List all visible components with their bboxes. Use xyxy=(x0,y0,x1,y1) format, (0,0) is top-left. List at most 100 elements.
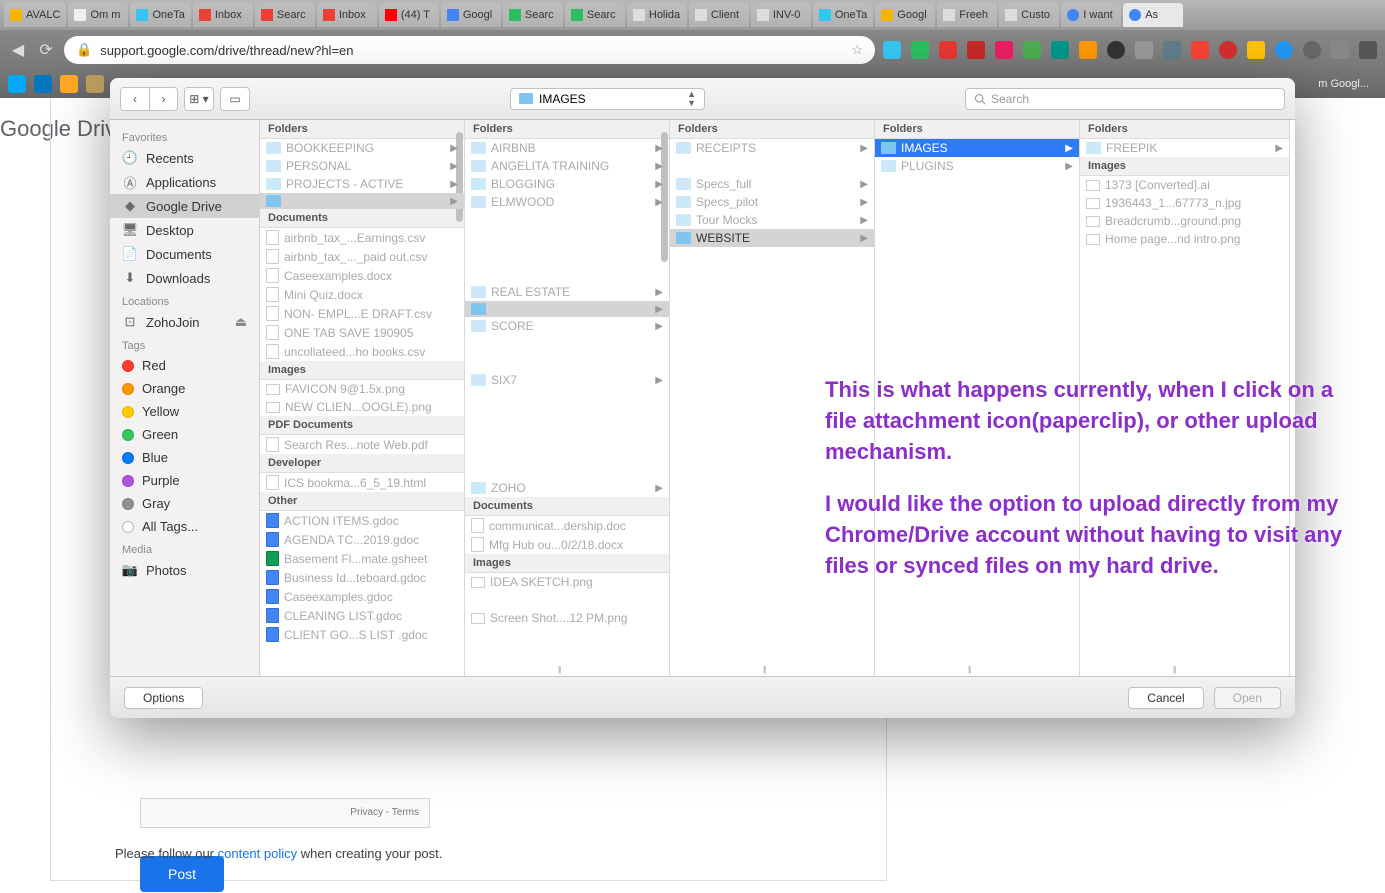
sidebar-tag-red[interactable]: Red xyxy=(110,354,259,377)
options-button[interactable]: Options xyxy=(124,687,203,709)
browser-tab[interactable]: Freeh xyxy=(937,3,997,27)
browser-tab[interactable]: Searc xyxy=(565,3,625,27)
file-item[interactable]: FAVICON 9@1.5x.png xyxy=(260,380,464,398)
file-item[interactable]: NON- EMPL...E DRAFT.csv xyxy=(260,304,464,323)
search-input[interactable]: Search xyxy=(965,88,1285,110)
folder-item[interactable]: ANGELITA TRAINING▶ xyxy=(465,157,669,175)
extension-icon[interactable] xyxy=(1163,41,1181,59)
sidebar-all-tags[interactable]: All Tags... xyxy=(110,515,259,538)
sidebar-tag-gray[interactable]: Gray xyxy=(110,492,259,515)
browser-tab[interactable]: Holida xyxy=(627,3,687,27)
browser-tab[interactable]: AVALC xyxy=(4,3,66,27)
file-item[interactable]: AGENDA TC...2019.gdoc xyxy=(260,530,464,549)
browser-tab[interactable]: (44) T xyxy=(379,3,439,27)
folder-item-selected[interactable]: ▶ xyxy=(260,193,464,209)
group-by-button[interactable]: ▭ xyxy=(221,88,249,110)
file-item[interactable]: 1373 [Converted].ai xyxy=(1080,176,1289,194)
extension-icon[interactable] xyxy=(1191,41,1209,59)
url-input[interactable]: 🔒 support.google.com/drive/thread/new?hl… xyxy=(64,36,875,64)
extension-icon[interactable] xyxy=(995,41,1013,59)
extension-icon[interactable] xyxy=(1107,41,1125,59)
file-item[interactable]: NEW CLIEN...OOGLE).png xyxy=(260,398,464,416)
file-item[interactable]: CLEANING LIST.gdoc xyxy=(260,606,464,625)
resize-handle[interactable]: || xyxy=(968,665,970,674)
extension-icon[interactable] xyxy=(1303,41,1321,59)
extension-icon[interactable] xyxy=(1247,41,1265,59)
extension-icon[interactable] xyxy=(967,41,985,59)
browser-tab[interactable]: Googl xyxy=(875,3,935,27)
browser-tab[interactable]: Searc xyxy=(255,3,315,27)
file-item[interactable]: ACTION ITEMS.gdoc xyxy=(260,511,464,530)
sidebar-item-documents[interactable]: 📄Documents xyxy=(110,242,259,266)
folder-item-selected[interactable]: ▶ xyxy=(465,301,669,317)
folder-item[interactable]: PLUGINS▶ xyxy=(875,157,1079,175)
folder-item[interactable]: ELMWOOD▶ xyxy=(465,193,669,211)
folder-item[interactable]: ZOHO▶ xyxy=(465,479,669,497)
browser-tab[interactable]: OneTa xyxy=(130,3,190,27)
sidebar-item-applications[interactable]: ⒶApplications xyxy=(110,170,259,194)
folder-item[interactable]: REAL ESTATE▶ xyxy=(465,283,669,301)
file-item[interactable]: Search Res...note Web.pdf xyxy=(260,435,464,454)
bookmark-icon[interactable] xyxy=(34,75,52,93)
bookmark-icon[interactable] xyxy=(60,75,78,93)
extension-icon[interactable] xyxy=(1079,41,1097,59)
browser-tab[interactable]: OneTa xyxy=(813,3,873,27)
bookmark-icon[interactable] xyxy=(8,75,26,93)
folder-item[interactable]: FREEPIK▶ xyxy=(1080,139,1289,157)
cancel-button[interactable]: Cancel xyxy=(1128,687,1203,709)
file-item[interactable]: airbnb_tax_..._paid out.csv xyxy=(260,247,464,266)
resize-handle[interactable]: || xyxy=(558,665,560,674)
sidebar-item-zohojoin[interactable]: ⊡ZohoJoin⏏ xyxy=(110,310,259,334)
browser-tab[interactable]: Googl xyxy=(441,3,501,27)
sidebar-item-google-drive[interactable]: ◆Google Drive xyxy=(110,194,259,218)
file-item[interactable]: 1936443_1...67773_n.jpg xyxy=(1080,194,1289,212)
browser-tab-active[interactable]: As xyxy=(1123,3,1183,27)
extension-icon[interactable] xyxy=(1051,41,1069,59)
extension-icon[interactable] xyxy=(911,41,929,59)
open-button[interactable]: Open xyxy=(1214,687,1281,709)
sidebar-tag-blue[interactable]: Blue xyxy=(110,446,259,469)
sidebar-item-recents[interactable]: 🕘Recents xyxy=(110,146,259,170)
browser-tab[interactable]: Searc xyxy=(503,3,563,27)
browser-tab[interactable]: Om m xyxy=(68,3,128,27)
folder-item[interactable]: BOOKKEEPING▶ xyxy=(260,139,464,157)
extension-icon[interactable] xyxy=(1023,41,1041,59)
folder-item[interactable]: RECEIPTS▶ xyxy=(670,139,874,157)
file-item[interactable]: Screen Shot....12 PM.png xyxy=(465,609,669,627)
sidebar-item-photos[interactable]: 📷Photos xyxy=(110,558,259,582)
extension-icon[interactable] xyxy=(1275,41,1293,59)
file-item[interactable]: ICS bookma...6_5_19.html xyxy=(260,473,464,492)
bookmark-overflow[interactable]: m Googl... xyxy=(1318,78,1369,90)
folder-item[interactable]: SIX7▶ xyxy=(465,371,669,389)
folder-item[interactable]: AIRBNB▶ xyxy=(465,139,669,157)
folder-item[interactable]: BLOGGING▶ xyxy=(465,175,669,193)
folder-item[interactable]: PROJECTS - ACTIVE▶ xyxy=(260,175,464,193)
extension-icon[interactable] xyxy=(1135,41,1153,59)
browser-tab[interactable]: Inbox xyxy=(193,3,253,27)
file-item[interactable]: ONE TAB SAVE 190905 xyxy=(260,323,464,342)
browser-tab[interactable]: I want xyxy=(1061,3,1121,27)
file-item[interactable]: IDEA SKETCH.png xyxy=(465,573,669,591)
browser-tab[interactable]: Inbox xyxy=(317,3,377,27)
forward-button[interactable]: › xyxy=(149,88,177,110)
back-button[interactable]: ‹ xyxy=(121,88,149,110)
content-policy-link[interactable]: content policy xyxy=(218,846,298,861)
star-icon[interactable]: ☆ xyxy=(851,42,863,58)
file-item[interactable]: Home page...nd intro.png xyxy=(1080,230,1289,248)
file-item[interactable]: uncollateed...ho books.csv xyxy=(260,342,464,361)
sidebar-tag-orange[interactable]: Orange xyxy=(110,377,259,400)
extension-icon[interactable] xyxy=(939,41,957,59)
folder-item-selected[interactable]: WEBSITE▶ xyxy=(670,229,874,247)
folder-item[interactable]: Tour Mocks▶ xyxy=(670,211,874,229)
back-button[interactable]: ◀ xyxy=(8,40,28,60)
folder-item[interactable]: SCORE▶ xyxy=(465,317,669,335)
bookmark-icon[interactable] xyxy=(86,75,104,93)
path-dropdown[interactable]: IMAGES ▲▼ xyxy=(510,88,705,110)
sidebar-tag-purple[interactable]: Purple xyxy=(110,469,259,492)
folder-item[interactable]: Specs_pilot▶ xyxy=(670,193,874,211)
eject-icon[interactable]: ⏏ xyxy=(235,314,247,330)
extension-icon[interactable] xyxy=(1331,41,1349,59)
file-item[interactable]: Basement Fl...mate.gsheet xyxy=(260,549,464,568)
sidebar-tag-yellow[interactable]: Yellow xyxy=(110,400,259,423)
browser-tab[interactable]: Custo xyxy=(999,3,1059,27)
